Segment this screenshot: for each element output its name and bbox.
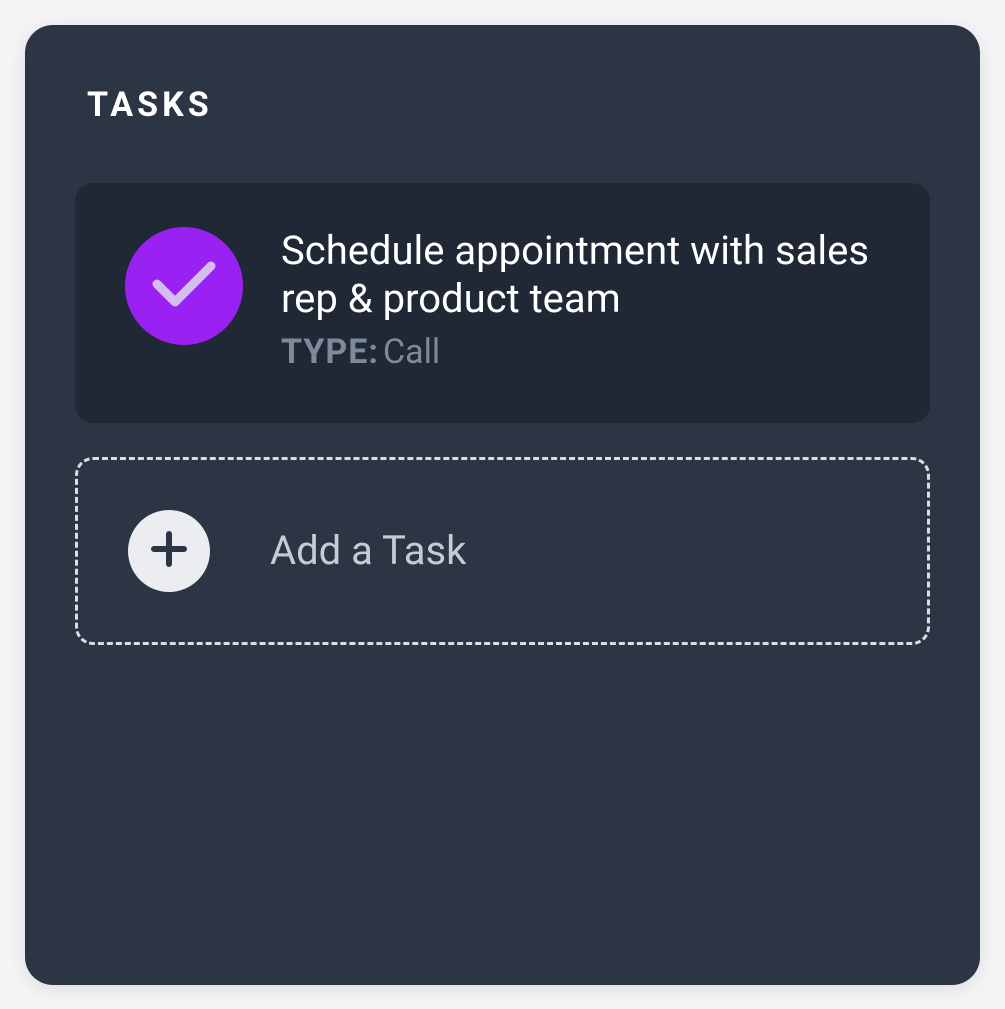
- panel-title: TASKS: [87, 85, 930, 125]
- task-type-label: TYPE:: [281, 332, 379, 372]
- add-task-label: Add a Task: [270, 527, 466, 574]
- task-title: Schedule appointment with sales rep & pr…: [281, 227, 880, 325]
- task-content: Schedule appointment with sales rep & pr…: [281, 225, 880, 373]
- tasks-panel: TASKS Schedule appointment with sales re…: [25, 25, 980, 985]
- task-complete-toggle[interactable]: [125, 227, 243, 345]
- task-row[interactable]: Schedule appointment with sales rep & pr…: [75, 183, 930, 423]
- add-task-button[interactable]: Add a Task: [75, 457, 930, 645]
- plus-badge: [128, 510, 210, 592]
- plus-icon: [149, 529, 189, 573]
- task-type-value: Call: [383, 332, 440, 372]
- task-type: TYPE:Call: [281, 332, 880, 373]
- checkmark-icon: [151, 258, 217, 314]
